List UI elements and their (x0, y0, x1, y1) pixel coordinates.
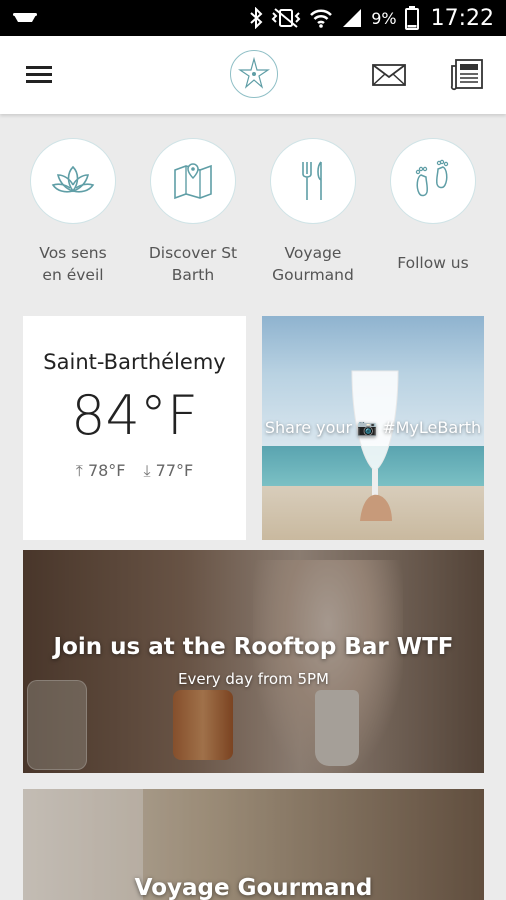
high-temp-value: 78°F (87, 461, 126, 480)
category-label: Follow us (397, 254, 469, 272)
app-bar (0, 36, 506, 114)
map-icon (150, 138, 236, 224)
menu-icon[interactable] (22, 60, 58, 90)
category-vos-sens[interactable]: Vos sens en éveil (13, 138, 133, 286)
share-card[interactable]: Share your 📷 #MyLeBarth (262, 316, 484, 540)
signal-icon (343, 9, 362, 27)
category-label: Vos sens en éveil (39, 244, 107, 284)
arrow-down-icon: ⤓ (143, 461, 151, 480)
category-voyage-gourmand[interactable]: Voyage Gourmand (253, 138, 373, 286)
weather-range: ⤒ 78°F ⤓ 77°F (23, 461, 246, 481)
fork-knife-icon (270, 138, 356, 224)
starfish-logo-icon[interactable] (230, 50, 278, 98)
high-temp: ⤒ 78°F (76, 461, 126, 481)
newspaper-icon[interactable] (450, 56, 486, 92)
low-temp: ⤓ 77°F (144, 461, 194, 481)
mail-icon[interactable] (370, 60, 408, 90)
wifi-icon (310, 9, 333, 28)
battery-percent: 9% (371, 8, 397, 28)
notification-icon (13, 13, 37, 22)
banner-title: Voyage Gourmand (134, 875, 373, 900)
lotus-icon (30, 138, 116, 224)
banner-overlay (23, 550, 484, 773)
low-temp-value: 77°F (155, 461, 194, 480)
battery-icon (404, 6, 419, 30)
category-label: Discover St Barth (148, 244, 238, 284)
weather-location: Saint-Barthélemy (43, 350, 226, 374)
category-discover[interactable]: Discover St Barth (133, 138, 253, 286)
weather-temperature: 84°F (71, 384, 198, 447)
banner-subtitle: Every day from 5PM (178, 670, 329, 688)
arrow-up-icon: ⤒ (75, 461, 83, 480)
footprints-icon (390, 138, 476, 224)
category-follow-us[interactable]: Follow us (373, 138, 493, 274)
weather-card[interactable]: Saint-Barthélemy 84°F ⤒ 78°F ⤓ 77°F (23, 316, 246, 540)
vibrate-icon (271, 8, 301, 28)
category-label: Voyage Gourmand (272, 244, 354, 284)
share-text: Share your 📷 #MyLeBarth (264, 418, 482, 437)
status-bar: 9% 17:22 (0, 0, 506, 36)
clock: 17:22 (430, 5, 494, 31)
category-row: Vos sens en éveil Discover St Barth Voya… (0, 138, 506, 298)
wine-glass-photo (351, 370, 399, 521)
banner-title: Join us at the Rooftop Bar WTF (53, 634, 454, 660)
bluetooth-icon (250, 7, 263, 29)
voyage-gourmand-banner[interactable]: Voyage Gourmand (23, 789, 484, 900)
rooftop-bar-banner[interactable]: Join us at the Rooftop Bar WTF Every day… (23, 550, 484, 773)
